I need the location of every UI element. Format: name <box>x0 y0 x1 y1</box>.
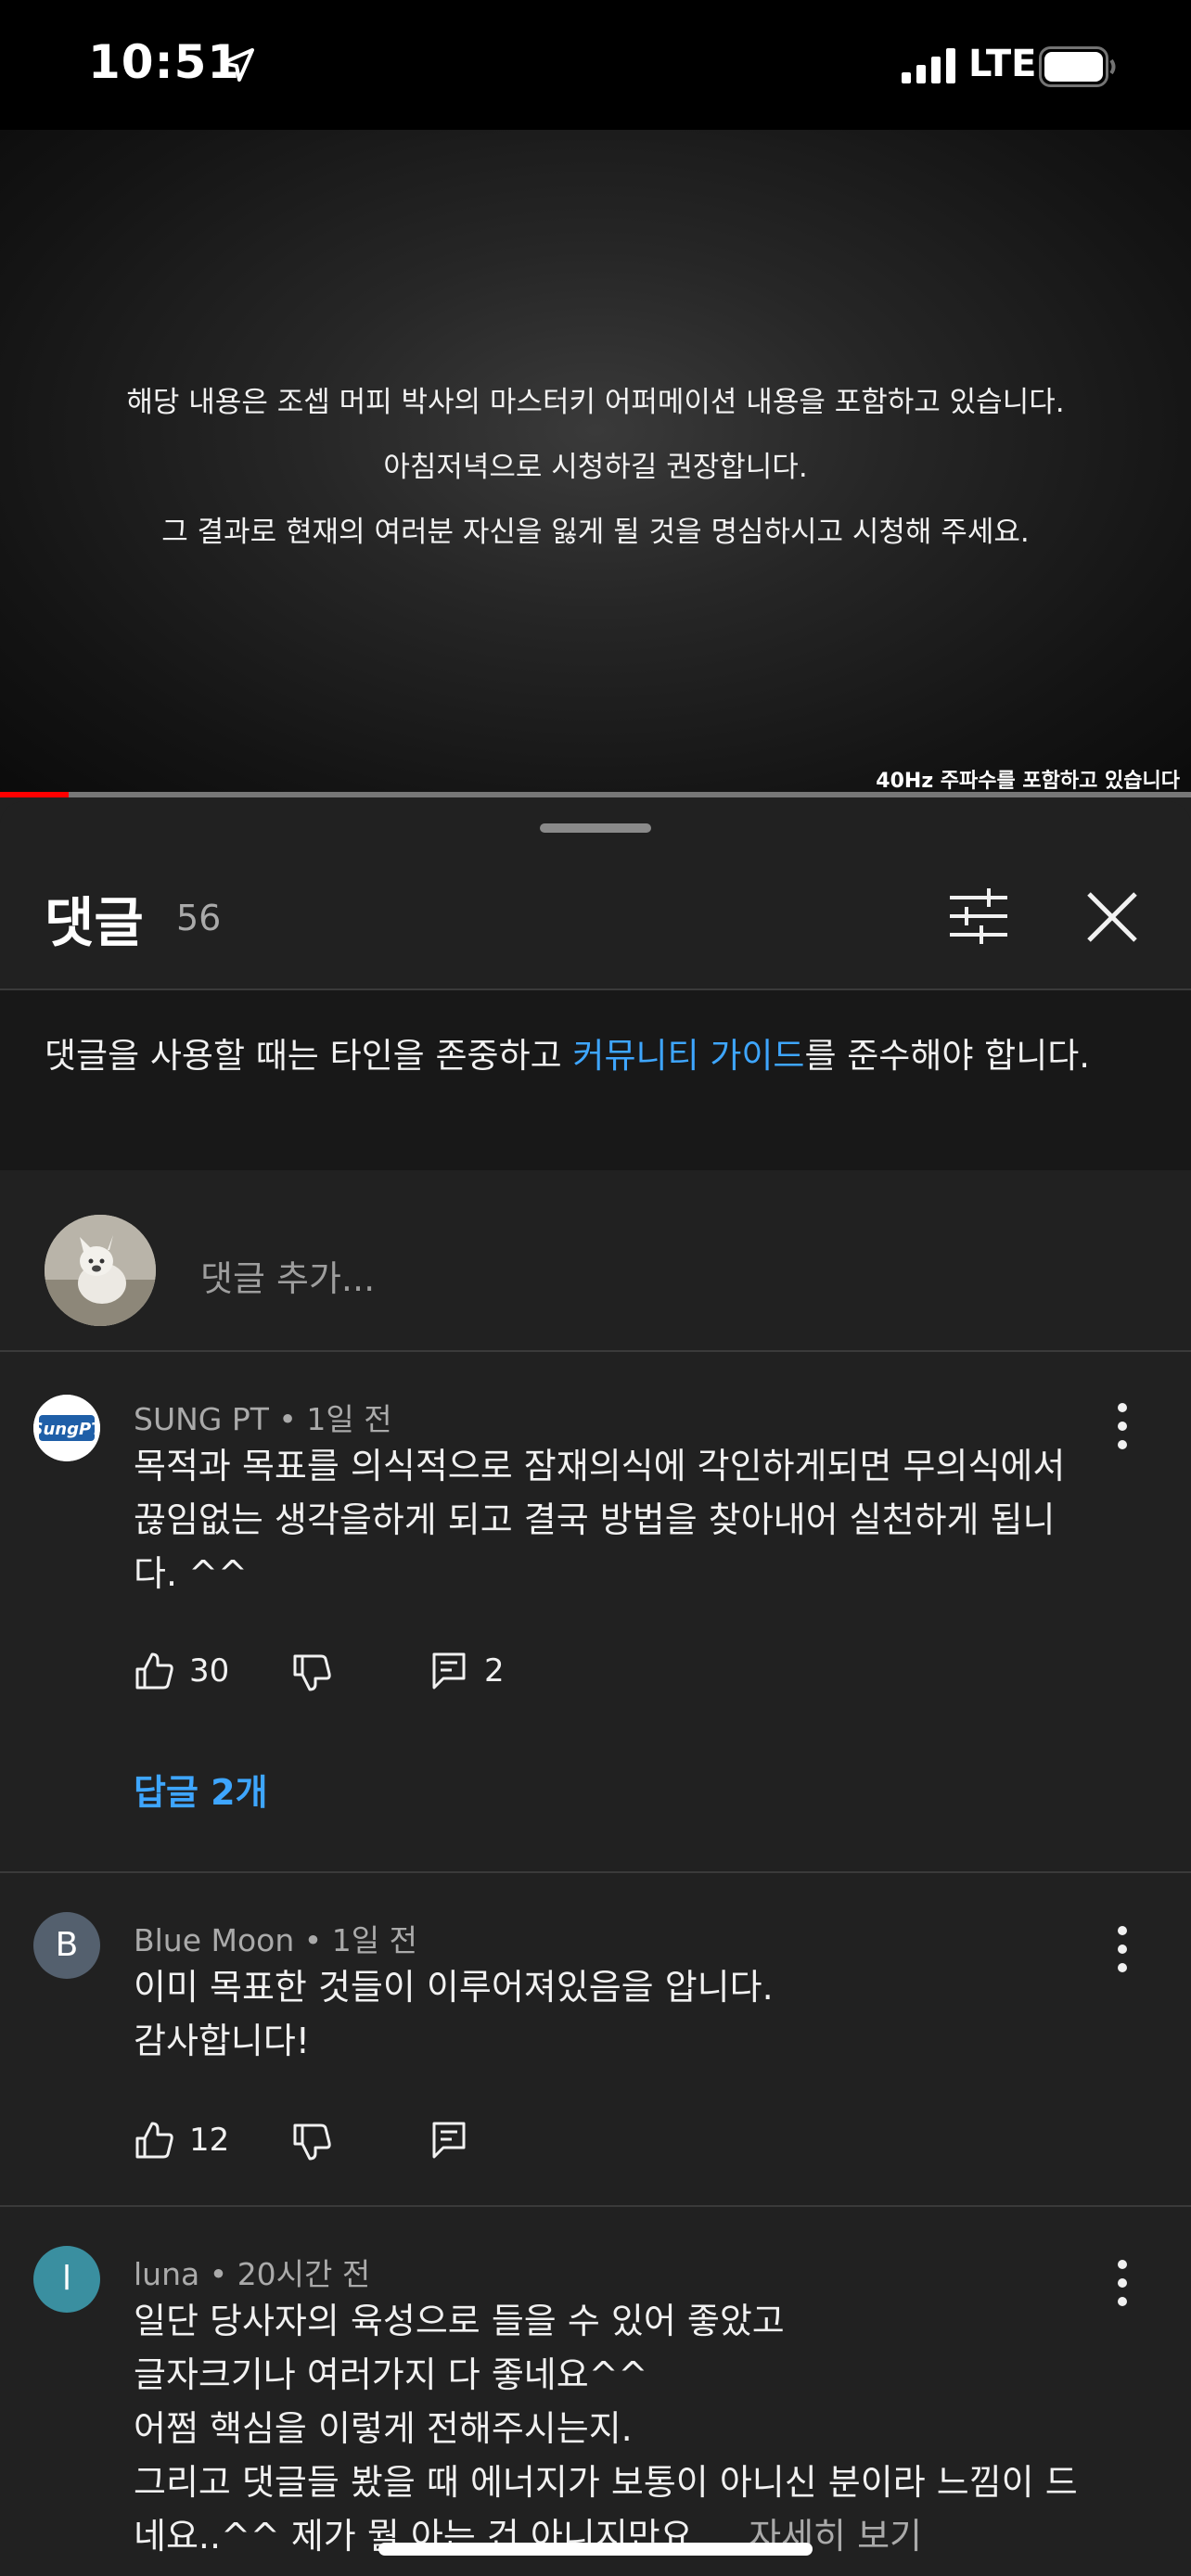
comment-time: 1일 전 <box>331 1922 417 1958</box>
notice-text-after: 를 준수해야 합니다. <box>804 1036 1091 1076</box>
commenter-avatar[interactable]: SungPT <box>33 1395 100 1461</box>
add-comment-row[interactable]: 댓글 추가... <box>0 1170 1191 1350</box>
video-text-line-3: 그 결과로 현재의 여러분 자신을 잃게 될 것을 명심하시고 시청해 주세요. <box>161 516 1030 549</box>
comment-author[interactable]: Blue Moon <box>134 1922 294 1958</box>
comment-meta: Blue Moon • 1일 전 <box>134 1922 417 1958</box>
commenter-avatar[interactable]: B <box>33 1912 100 1979</box>
home-indicator[interactable] <box>378 2543 813 2556</box>
video-text-line-2: 아침저녁으로 시청하길 권장합니다. <box>383 451 808 484</box>
sungpt-logo-icon: SungPT <box>33 1395 100 1461</box>
comment-line: 목적과 목표를 의식적으로 잠재의식에 각인하게되면 무의식에서 <box>134 1446 1066 1486</box>
sungpt-logo-text: SungPT <box>33 1420 100 1439</box>
cellular-signal-icon <box>902 48 955 83</box>
thumbs-up-icon[interactable] <box>134 2120 174 2161</box>
reply-icon[interactable] <box>430 2120 467 2161</box>
status-bar: 10:51 LTE <box>0 0 1191 130</box>
status-time: 10:51 <box>88 35 241 89</box>
thumbs-down-icon[interactable] <box>291 2122 332 2162</box>
comment-author[interactable]: luna <box>134 2256 199 2292</box>
video-text-line-1: 해당 내용은 조셉 머피 박사의 마스터키 어퍼메이션 내용을 포함하고 있습니… <box>126 386 1065 419</box>
community-guidelines-link[interactable]: 커뮤니티 가이드 <box>572 1036 804 1076</box>
like-count: 12 <box>189 2122 230 2159</box>
comment-time: 20시간 전 <box>237 2256 371 2292</box>
comment-line: 끊임없는 생각을하게 되고 결국 방법을 찾아내어 실천하게 됩니 <box>134 1499 1056 1540</box>
comment-text: 일단 당사자의 육성으로 들을 수 있어 좋았고 글자크기나 여러가지 다 좋네… <box>134 2294 1117 2563</box>
like-count: 30 <box>189 1652 230 1690</box>
network-type: LTE <box>968 43 1037 85</box>
comment-time: 1일 전 <box>306 1401 392 1437</box>
user-avatar <box>45 1215 156 1326</box>
thumbs-down-icon[interactable] <box>291 1652 332 1693</box>
comment-item: l luna • 20시간 전 일단 당사자의 육성으로 들을 수 있어 좋았고… <box>0 2207 1191 2576</box>
reply-count: 2 <box>484 1652 505 1690</box>
comments-title: 댓글 <box>45 891 144 954</box>
video-progress-bar[interactable] <box>0 792 1191 797</box>
comment-line: 이미 목표한 것들이 이루어져있음을 압니다. <box>134 1967 774 2008</box>
video-caption: 40Hz 주파수를 포함하고 있습니다 <box>876 770 1180 793</box>
video-progress-fill <box>0 792 70 797</box>
close-icon[interactable] <box>1083 888 1141 946</box>
comment-text: 목적과 목표를 의식적으로 잠재의식에 각인하게되면 무의식에서 끊임없는 생각… <box>134 1439 1117 1600</box>
comment-author[interactable]: SUNG PT <box>134 1401 269 1437</box>
location-arrow-icon <box>221 48 254 82</box>
comment-line: 글자크기나 여러가지 다 좋네요^^ <box>134 2354 648 2395</box>
community-notice: 댓글을 사용할 때는 타인을 존중하고 커뮤니티 가이드를 준수해야 합니다. <box>0 990 1191 1170</box>
sheet-drag-handle[interactable] <box>540 823 651 833</box>
comments-count: 56 <box>176 898 222 938</box>
comment-meta: luna • 20시간 전 <box>134 2256 371 2292</box>
comment-meta: SUNG PT • 1일 전 <box>134 1401 392 1437</box>
notice-text: 댓글을 사용할 때는 타인을 존중하고 커뮤니티 가이드를 준수해야 합니다. <box>45 1033 1158 1079</box>
sort-filter-icon[interactable] <box>948 888 1009 944</box>
comment-line: 다. ^^ <box>134 1553 248 1594</box>
thumbs-up-icon[interactable] <box>134 1651 174 1691</box>
view-replies-link[interactable]: 답글 2개 <box>134 1764 268 1815</box>
comment-line: 일단 당사자의 육성으로 들을 수 있어 좋았고 <box>134 2301 785 2341</box>
comment-text: 이미 목표한 것들이 이루어져있음을 압니다. 감사합니다! <box>134 1960 1117 2068</box>
battery-icon <box>1039 46 1116 87</box>
video-player[interactable]: 해당 내용은 조셉 머피 박사의 마스터키 어퍼메이션 내용을 포함하고 있습니… <box>0 130 1191 797</box>
add-comment-input[interactable]: 댓글 추가... <box>200 1250 375 1301</box>
comment-item: B Blue Moon • 1일 전 이미 목표한 것들이 이루어져있음을 압니… <box>0 1873 1191 2205</box>
notice-text-before: 댓글을 사용할 때는 타인을 존중하고 <box>45 1036 573 1076</box>
dog-photo-icon <box>45 1215 156 1326</box>
comment-line: 어쩜 핵심을 이렇게 전해주시는지. <box>134 2408 633 2449</box>
comment-line: 그리고 댓글들 봤을 때 에너지가 보통이 아니신 분이라 느낌이 드 <box>134 2462 1078 2503</box>
reply-icon[interactable] <box>430 1651 467 1691</box>
commenter-avatar[interactable]: l <box>33 2246 100 2313</box>
comment-item: SungPT SUNG PT • 1일 전 목적과 목표를 의식적으로 잠재의식… <box>0 1350 1191 1871</box>
comment-line: 감사합니다! <box>134 2021 311 2061</box>
